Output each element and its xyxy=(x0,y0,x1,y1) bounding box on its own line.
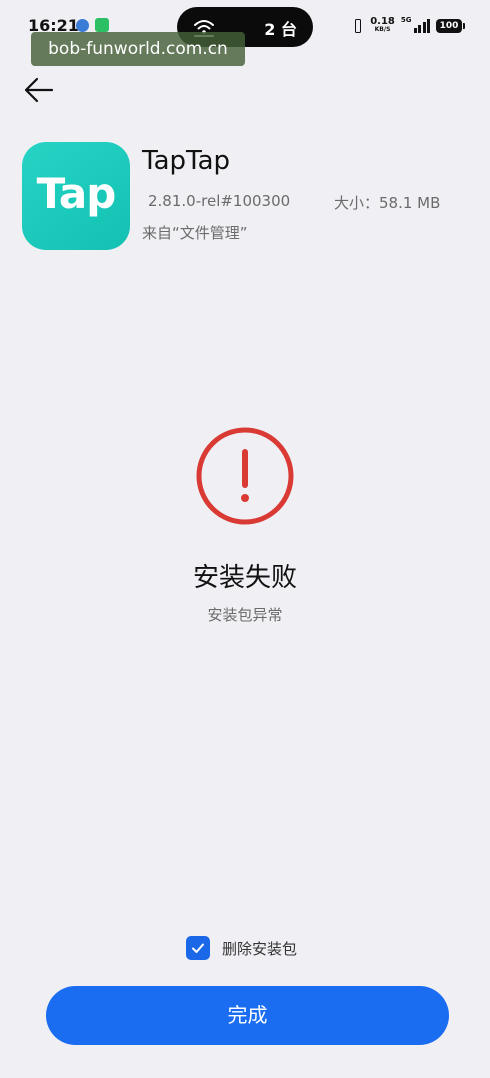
vibrate-icon xyxy=(352,18,364,34)
exclamation-circle-icon xyxy=(195,426,295,526)
app-icon-logo: Tap xyxy=(36,169,117,218)
notification-store-icon xyxy=(95,18,109,32)
watermark-label: bob-funworld.com.cn xyxy=(31,32,245,66)
back-button[interactable] xyxy=(20,72,60,108)
active-devices-count: 2 台 xyxy=(264,20,297,39)
status-indicators: 0.18 KB/S 5G 100 xyxy=(352,14,465,38)
network-type: 5G xyxy=(400,16,412,24)
notification-app-icon xyxy=(76,19,89,32)
checkbox-label: 删除安装包 xyxy=(222,939,298,958)
signal-bars-icon xyxy=(413,19,430,33)
net-speed-unit: KB/S xyxy=(374,26,391,33)
result-subtitle: 安装包异常 xyxy=(207,606,283,624)
net-speed-value: 0.18 xyxy=(370,16,395,27)
result-title: 安装失败 xyxy=(192,563,297,593)
net-speed: 0.18 KB/S xyxy=(370,16,395,34)
app-icon: Tap xyxy=(22,142,130,250)
app-size: 大小：58.1 MB xyxy=(334,194,441,212)
battery-icon: 100 xyxy=(436,19,465,33)
checkbox[interactable] xyxy=(186,936,210,960)
delete-package-checkbox[interactable]: 删除安装包 xyxy=(186,935,297,961)
app-name: TapTap xyxy=(142,146,231,176)
app-source: 来自“文件管理” xyxy=(142,224,248,242)
arrow-left-icon xyxy=(24,77,54,103)
checkmark-icon xyxy=(192,943,204,953)
app-version: 2.81.0-rel#100300 xyxy=(148,192,291,210)
done-button[interactable]: 完成 xyxy=(46,986,449,1045)
